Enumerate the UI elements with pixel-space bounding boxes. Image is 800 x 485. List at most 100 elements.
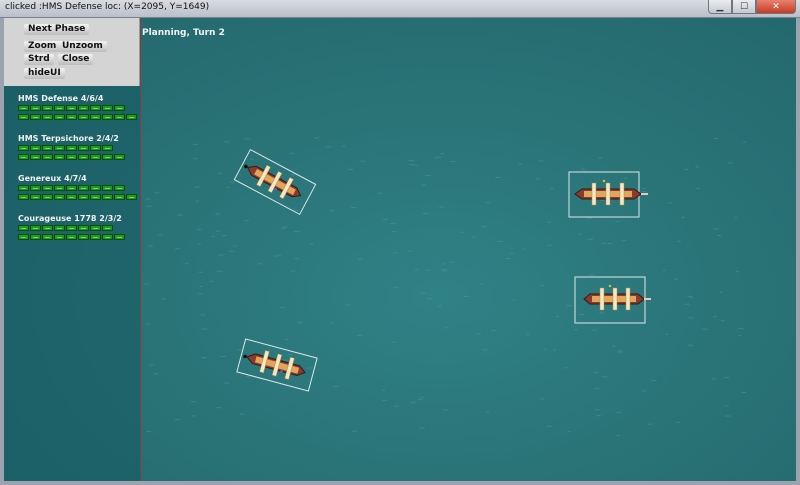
ship-name: HMS Defense 4/6/4 [18, 94, 104, 103]
ship-token-genereux[interactable] [568, 171, 650, 223]
minimize-icon: ▁ [716, 1, 724, 12]
ship-panel-courageuse[interactable]: Courageuse 1778 2/3/2 [18, 213, 142, 243]
bar-segment [54, 105, 65, 111]
bar-segment [30, 154, 41, 160]
bar-segment [78, 114, 89, 120]
bar-segment [18, 234, 29, 240]
bar-segment [114, 154, 125, 160]
bar-segment [102, 185, 113, 191]
bar-segment [90, 114, 101, 120]
bar-segment [18, 194, 29, 200]
ship-panel-genereux[interactable]: Genereux 4/7/4 [18, 173, 142, 203]
bar-segment [54, 114, 65, 120]
bar-segment [30, 194, 41, 200]
bar-segment [78, 145, 89, 151]
window-titlebar: clicked :HMS Defense loc: (X=2095, Y=164… [0, 0, 800, 18]
bar-segment [78, 234, 89, 240]
bar-segment [78, 185, 89, 191]
bar-segment [90, 234, 101, 240]
bar-segment [90, 105, 101, 111]
close-icon: ✕ [772, 1, 780, 12]
bar-segment [42, 145, 53, 151]
ship-sprite [568, 171, 648, 218]
unzoom-button[interactable]: Unzoom [58, 41, 107, 52]
crew-bar [18, 154, 142, 161]
ship-name: Courageuse 1778 2/3/2 [18, 214, 122, 223]
ship-sidebar [4, 18, 141, 481]
bar-segment [66, 194, 77, 200]
ship-name: HMS Terpsichore 2/4/2 [18, 134, 119, 143]
maximize-button[interactable]: ☐ [732, 0, 756, 14]
bar-segment [66, 154, 77, 160]
ship-token-hms-terpsichore[interactable] [236, 333, 318, 401]
bar-segment [114, 185, 125, 191]
bar-segment [102, 114, 113, 120]
bar-segment [90, 145, 101, 151]
bar-segment [18, 154, 29, 160]
bar-segment [18, 114, 29, 120]
bar-segment [114, 105, 125, 111]
bar-segment [30, 234, 41, 240]
close-window-button[interactable]: ✕ [756, 0, 796, 14]
ship-sprite [233, 148, 317, 216]
bar-segment [42, 234, 53, 240]
ship-sprite [236, 338, 318, 392]
crew-bar [18, 114, 142, 121]
ship-sprite [574, 276, 651, 324]
bar-segment [114, 114, 125, 120]
ship-token-courageuse[interactable] [574, 276, 656, 328]
bar-segment [102, 194, 113, 200]
bar-segment [102, 234, 113, 240]
crew-bar [18, 234, 142, 241]
bar-segment [42, 154, 53, 160]
bar-segment [54, 194, 65, 200]
bar-segment [30, 185, 41, 191]
ship-token-hms-defense[interactable] [233, 146, 317, 222]
minimize-button[interactable]: ▁ [708, 0, 732, 14]
bar-segment [54, 185, 65, 191]
bar-segment [78, 154, 89, 160]
bar-segment [90, 194, 101, 200]
bar-segment [78, 225, 89, 231]
health-bar [18, 105, 142, 112]
bar-segment [30, 114, 41, 120]
window-title: clicked :HMS Defense loc: (X=2095, Y=164… [5, 2, 210, 12]
bar-segment [30, 105, 41, 111]
ship-name: Genereux 4/7/4 [18, 174, 87, 183]
bar-segment [102, 105, 113, 111]
bar-segment [90, 154, 101, 160]
bar-segment [42, 194, 53, 200]
bar-segment [42, 105, 53, 111]
bar-segment [42, 225, 53, 231]
bar-segment [30, 225, 41, 231]
bar-segment [126, 114, 137, 120]
health-bar [18, 185, 142, 192]
bar-segment [90, 225, 101, 231]
bar-segment [54, 225, 65, 231]
bar-segment [54, 154, 65, 160]
bar-segment [18, 145, 29, 151]
next-phase-button[interactable]: Next Phase [24, 24, 90, 35]
bar-segment [42, 114, 53, 120]
bar-segment [66, 225, 77, 231]
health-bar [18, 225, 142, 232]
command-menu: Next Phase Zoom Unzoom Strd Close hideUI [4, 18, 140, 86]
bar-segment [102, 154, 113, 160]
bar-segment [114, 194, 125, 200]
bar-segment [66, 234, 77, 240]
strd-button[interactable]: Strd [24, 54, 54, 65]
ship-panel-hms-defense[interactable]: HMS Defense 4/6/4 [18, 93, 142, 123]
bar-segment [66, 114, 77, 120]
maximize-icon: ☐ [739, 1, 749, 12]
ship-panel-hms-terpsichore[interactable]: HMS Terpsichore 2/4/2 [18, 133, 142, 163]
health-bar [18, 145, 142, 152]
bar-segment [66, 105, 77, 111]
bar-segment [102, 225, 113, 231]
crew-bar [18, 194, 142, 201]
close-button[interactable]: Close [58, 54, 94, 65]
bar-segment [18, 185, 29, 191]
zoom-button[interactable]: Zoom [24, 41, 61, 52]
hide-ui-button[interactable]: hideUI [24, 68, 65, 79]
bar-segment [18, 105, 29, 111]
bar-segment [66, 145, 77, 151]
